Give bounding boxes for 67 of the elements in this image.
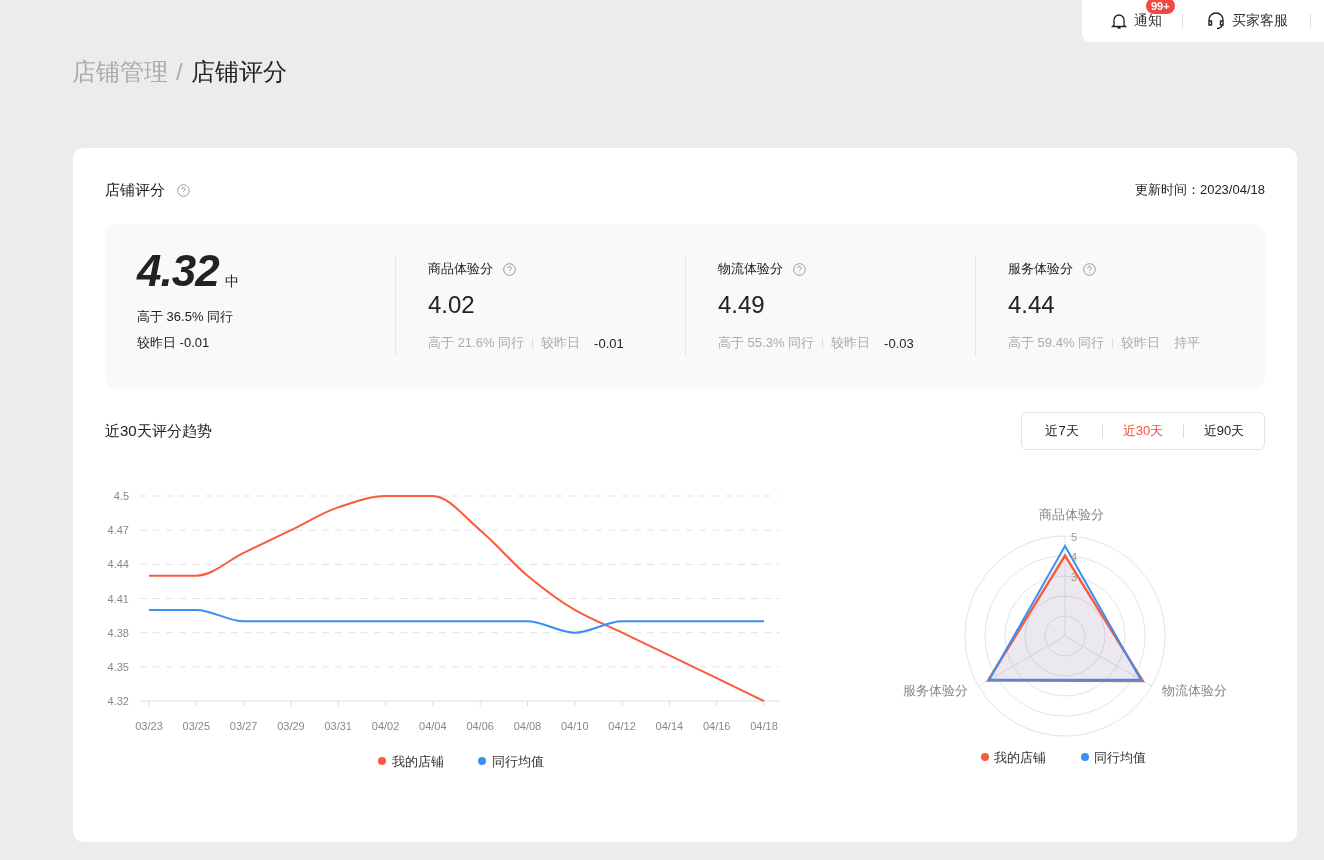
- x-tick-label: 03/25: [182, 720, 211, 732]
- change-value: -0.03: [884, 335, 914, 351]
- legend-label[interactable]: 我的店铺: [392, 754, 444, 769]
- legend-label[interactable]: 同行均值: [492, 754, 544, 769]
- overall-score: 4.32: [137, 247, 219, 295]
- metric-name: 物流体验分: [718, 260, 783, 278]
- change-label: 较昨日: [541, 334, 581, 352]
- x-tick-label: 04/18: [750, 720, 778, 732]
- ring-label: 5: [1071, 531, 1078, 543]
- axis-label: 物流体验分: [1162, 683, 1227, 698]
- axis-label: 服务体验分: [903, 683, 968, 698]
- help-icon[interactable]: [793, 262, 806, 276]
- grade-label: 中: [224, 273, 239, 291]
- y-tick-label: 4.5: [113, 490, 129, 502]
- ring-label: 4: [1071, 551, 1078, 563]
- bell-icon: [1110, 12, 1128, 30]
- ring-label: 3: [1071, 571, 1078, 583]
- breadcrumb-separator: /: [176, 57, 183, 87]
- notification-button[interactable]: 通知: [1110, 12, 1162, 30]
- x-tick-label: 04/08: [513, 720, 542, 732]
- x-tick-label: 04/02: [371, 720, 400, 732]
- x-tick-label: 04/12: [608, 720, 636, 732]
- axis-label: 商品体验分: [1038, 507, 1104, 522]
- x-tick-label: 03/27: [229, 720, 258, 732]
- metric-score: 4.49: [718, 290, 766, 320]
- update-time: 更新时间：2023/04/18: [1134, 181, 1265, 199]
- x-tick-label: 04/14: [655, 720, 684, 732]
- daily-change: 较昨日 -0.01: [137, 334, 211, 352]
- metric-score: 4.44: [1008, 290, 1056, 320]
- support-button[interactable]: 买家客服: [1206, 11, 1288, 31]
- y-tick-label: 4.44: [107, 558, 129, 571]
- y-tick-label: 4.38: [107, 626, 129, 639]
- change-value: -0.01: [594, 335, 624, 351]
- y-tick-label: 4.32: [107, 695, 129, 707]
- legend-label[interactable]: 同行均值: [1094, 750, 1146, 765]
- x-tick-label: 04/10: [561, 720, 589, 732]
- headset-icon: [1206, 11, 1226, 31]
- range-tab[interactable]: 近7天: [1022, 413, 1102, 449]
- x-tick-label: 03/31: [324, 720, 352, 732]
- range-tab[interactable]: 近90天: [1184, 413, 1264, 449]
- legend-label[interactable]: 我的店铺: [994, 750, 1046, 765]
- help-icon[interactable]: [177, 183, 190, 197]
- x-tick-label: 04/06: [466, 720, 494, 732]
- peer-comparison: 高于 21.6% 同行: [428, 334, 525, 352]
- range-tab[interactable]: 近30天: [1103, 413, 1183, 449]
- change-label: 较昨日: [831, 334, 871, 352]
- peer-comparison: 高于 59.4% 同行: [1008, 334, 1105, 352]
- y-tick-label: 4.47: [107, 524, 129, 537]
- change-value: 持平: [1174, 334, 1201, 352]
- x-tick-label: 03/29: [277, 720, 305, 732]
- help-icon[interactable]: [503, 262, 516, 276]
- section-title: 店铺评分: [105, 180, 165, 200]
- peer-comparison: 高于 36.5% 同行: [137, 308, 235, 326]
- change-label: 较昨日: [1121, 334, 1161, 352]
- page-title: 店铺评分: [190, 57, 287, 87]
- x-tick-label: 04/04: [419, 720, 447, 732]
- metric-score: 4.02: [428, 290, 476, 320]
- y-tick-label: 4.41: [107, 592, 129, 605]
- metric-name: 服务体验分: [1008, 260, 1073, 278]
- metric-name: 商品体验分: [428, 260, 493, 278]
- help-icon[interactable]: [1083, 262, 1096, 276]
- section-title: 近30天评分趋势: [105, 421, 212, 441]
- x-tick-label: 04/16: [702, 720, 731, 732]
- peer-comparison: 高于 55.3% 同行: [718, 334, 815, 352]
- x-tick-label: 03/23: [135, 720, 163, 732]
- y-tick-label: 4.35: [107, 660, 129, 673]
- count-badge: 99+: [1146, 0, 1175, 14]
